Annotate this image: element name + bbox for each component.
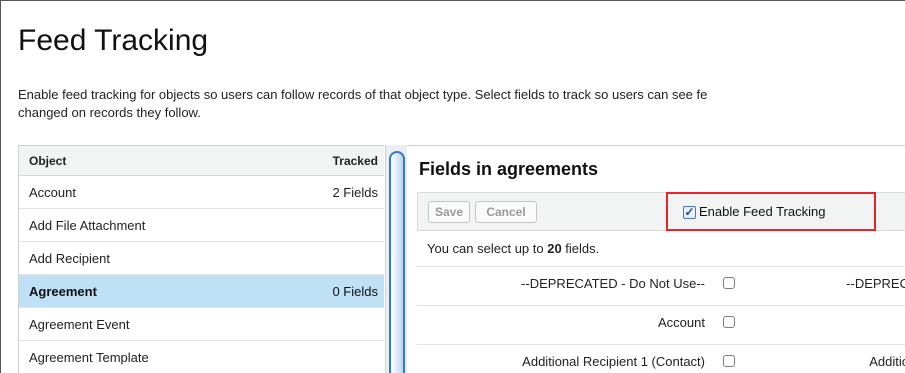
column-header-tracked[interactable]: Tracked [333, 154, 378, 168]
enable-feed-tracking-checkbox[interactable]: ✓ [683, 206, 696, 219]
object-table: Object Tracked Account 2 Fields Add File… [18, 145, 384, 373]
field-checkbox[interactable] [723, 316, 735, 328]
field-checkbox[interactable] [723, 355, 735, 367]
field-checkbox[interactable] [723, 277, 735, 289]
object-row-add-file-attachment[interactable]: Add File Attachment [19, 209, 384, 242]
enable-feed-tracking-highlight: ✓ Enable Feed Tracking [666, 192, 876, 231]
field-label-second-column: Additio [869, 354, 905, 369]
field-limit-count: 20 [547, 241, 562, 256]
field-limit-suffix: fields. [561, 241, 600, 256]
object-name: Add File Attachment [29, 218, 146, 233]
object-row-account[interactable]: Account 2 Fields [19, 176, 384, 209]
save-button[interactable]: Save [428, 201, 470, 223]
object-row-agreement[interactable]: Agreement 0 Fields [19, 275, 384, 308]
page-description: Enable feed tracking for objects so user… [18, 86, 905, 122]
column-header-object[interactable]: Object [29, 154, 66, 168]
object-name: Agreement [29, 284, 97, 299]
object-name: Agreement Event [29, 317, 130, 332]
fields-panel-title: Fields in agreements [419, 159, 599, 179]
object-table-header: Object Tracked [19, 146, 384, 176]
object-name: Add Recipient [29, 251, 110, 266]
page-title: Feed Tracking [18, 24, 209, 57]
field-limit-note: You can select up to 20 fields. [427, 241, 599, 256]
cancel-button[interactable]: Cancel [475, 201, 537, 223]
field-label: --DEPRECATED - Do Not Use-- [521, 276, 705, 291]
fields-toolbar: Save Cancel ✓ Enable Feed Tracking [417, 192, 905, 231]
scrollbar-thumb[interactable] [389, 151, 405, 373]
fields-panel: Fields in agreements Save Cancel ✓ Enabl… [407, 145, 905, 373]
field-row: Account [417, 305, 905, 338]
object-list-scrollbar[interactable] [385, 145, 407, 373]
field-row: Additional Recipient 1 (Contact) Additio [417, 344, 905, 373]
description-line-2: changed on records they follow. [18, 105, 201, 120]
object-tracked-count: 2 Fields [332, 185, 378, 200]
field-label: Additional Recipient 1 (Contact) [522, 354, 705, 369]
object-tracked-count: 0 Fields [332, 284, 378, 299]
field-label: Account [658, 315, 705, 330]
description-line-1: Enable feed tracking for objects so user… [18, 87, 708, 102]
object-row-agreement-template[interactable]: Agreement Template [19, 341, 384, 373]
object-name: Account [29, 185, 76, 200]
object-row-agreement-event[interactable]: Agreement Event [19, 308, 384, 341]
field-label-second-column: --DEPREC [846, 276, 905, 291]
field-row: --DEPRECATED - Do Not Use-- --DEPREC [417, 266, 905, 299]
object-row-add-recipient[interactable]: Add Recipient [19, 242, 384, 275]
field-limit-prefix: You can select up to [427, 241, 548, 256]
object-name: Agreement Template [29, 350, 149, 365]
enable-feed-tracking-label[interactable]: Enable Feed Tracking [699, 204, 825, 219]
